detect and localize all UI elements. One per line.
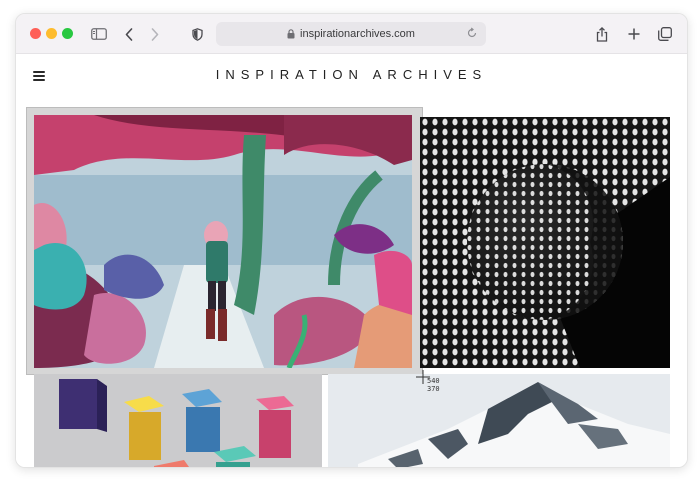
cursor-coordinate-readout: 540 370 [427,377,440,393]
page-content: INSPIRATION ARCHIVES 540 370 [16,54,687,467]
cursor-readout-x: 540 [427,377,440,385]
gallery-tile-snowy-mountain[interactable] [328,374,670,467]
gallery-tile-dotted-sphere[interactable] [420,117,670,368]
sidebar-icon[interactable] [88,24,110,44]
share-icon[interactable] [593,24,611,44]
zoom-window-button[interactable] [62,28,73,39]
url-text: inspirationarchives.com [300,28,415,40]
site-header: INSPIRATION ARCHIVES [16,54,687,96]
cursor-readout-y: 370 [427,385,440,393]
lock-icon [287,29,295,39]
browser-toolbar: inspirationarchives.com [16,14,687,54]
screen: inspirationarchives.com INSPIRATION ARCH… [0,0,700,487]
plus-icon[interactable] [625,24,643,44]
reload-icon[interactable] [466,27,478,39]
close-window-button[interactable] [30,28,41,39]
gallery-tile-floating-cubes[interactable] [34,374,322,467]
minimize-window-button[interactable] [46,28,57,39]
chevron-right-icon[interactable] [146,24,164,44]
site-title[interactable]: INSPIRATION ARCHIVES [16,67,687,82]
shield-icon[interactable] [188,24,206,44]
chevron-left-icon[interactable] [120,24,138,44]
browser-window: inspirationarchives.com INSPIRATION ARCH… [15,13,688,468]
tabs-icon[interactable] [656,24,674,44]
address-bar[interactable]: inspirationarchives.com [216,22,486,46]
gallery-tile-forest-illustration[interactable] [34,115,412,368]
